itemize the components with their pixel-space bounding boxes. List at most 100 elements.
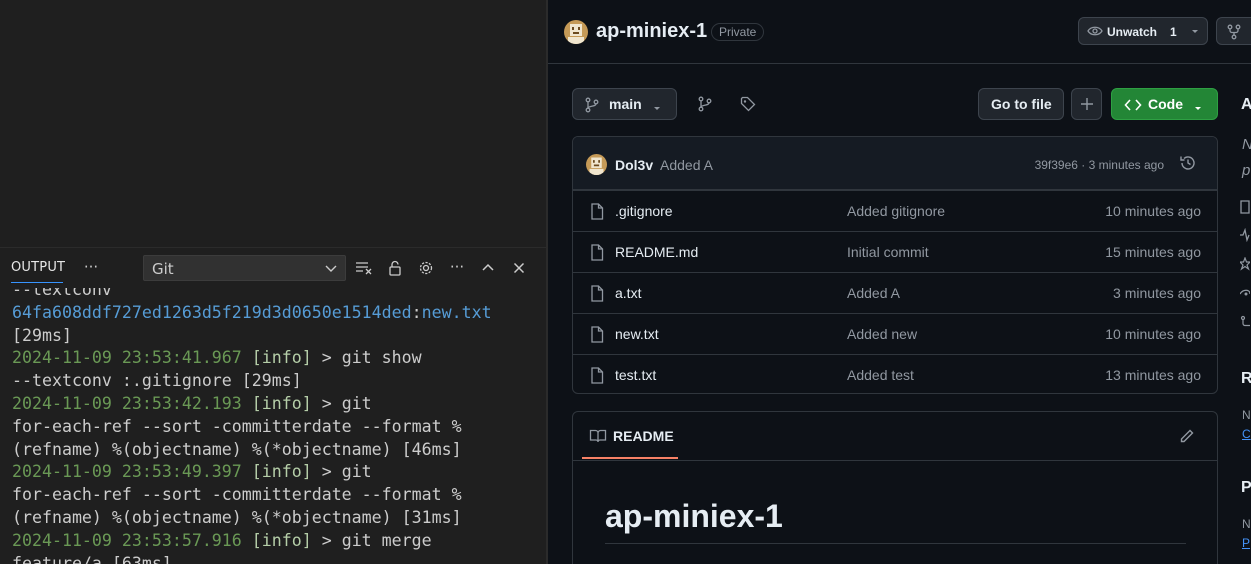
- output-lines: --textconv 64fa608ddf727ed1263d5f219d3d06…: [12, 288, 492, 564]
- fork-button[interactable]: [1216, 17, 1251, 45]
- log-text: feature/a [63ms]: [12, 553, 172, 564]
- log-text: > git: [311, 462, 372, 482]
- branch-icon: [585, 97, 599, 116]
- commit-message[interactable]: Added A: [660, 157, 713, 173]
- file-name[interactable]: README.md: [615, 244, 698, 260]
- pencil-icon[interactable]: [1179, 428, 1195, 449]
- branch-select-button[interactable]: main: [572, 88, 677, 120]
- packages-heading: P: [1241, 479, 1251, 496]
- add-file-button[interactable]: [1071, 88, 1102, 120]
- output-channel-label: Git: [152, 260, 174, 278]
- file-icon: [590, 203, 604, 225]
- unwatch-label: Unwatch: [1107, 25, 1158, 39]
- file-commit-message[interactable]: Added A: [847, 285, 900, 301]
- output-line: 2024-11-09 23:53:41.967 [info] > git sho…: [12, 347, 492, 370]
- log-link[interactable]: new.txt: [422, 303, 492, 322]
- log-text: --textconv :.gitignore [29ms]: [12, 371, 302, 391]
- book-icon: [1240, 200, 1250, 219]
- output-line: feature/a [63ms]: [12, 553, 492, 564]
- plus-icon: [1079, 96, 1095, 115]
- branches-icon[interactable]: [698, 96, 712, 117]
- output-line: 2024-11-09 23:53:42.193 [info] > git: [12, 393, 492, 416]
- file-row[interactable]: test.txt Added test 13 minutes ago: [573, 354, 1217, 393]
- output-channel-select[interactable]: Git: [143, 255, 346, 281]
- gear-icon[interactable]: [416, 258, 436, 278]
- log-link[interactable]: 64fa608ddf727ed1263d5f219d3d0650e1514ded: [12, 303, 412, 322]
- file-commit-message[interactable]: Initial commit: [847, 244, 929, 260]
- readme-tab-label: README: [613, 428, 674, 444]
- file-commit-message[interactable]: Added new: [847, 326, 917, 342]
- code-icon: [1124, 97, 1142, 116]
- log-text: > git show: [311, 348, 422, 368]
- history-icon[interactable]: [1179, 154, 1197, 177]
- file-icon: [590, 285, 604, 307]
- output-line: for-each-ref --sort -committerdate --for…: [12, 484, 492, 507]
- clear-output-icon[interactable]: [354, 258, 374, 278]
- output-line: (refname) %(objectname) %(*objectname) […: [12, 507, 492, 530]
- log-text: :: [411, 302, 422, 322]
- log-level: [info]: [251, 530, 312, 550]
- lock-scroll-icon[interactable]: [385, 258, 405, 278]
- readme-panel: README ap-miniex-1: [572, 411, 1218, 564]
- log-timestamp: 2024-11-09 23:53:42.193: [12, 393, 242, 413]
- star-icon: [1238, 256, 1251, 276]
- repo-name[interactable]: ap-miniex-1: [596, 20, 707, 43]
- output-line: 2024-11-09 23:53:49.397 [info] > git: [12, 461, 492, 484]
- log-level: [info]: [251, 462, 312, 482]
- file-row[interactable]: a.txt Added A 3 minutes ago: [573, 272, 1217, 313]
- readme-tab[interactable]: README: [582, 412, 678, 459]
- file-name[interactable]: test.txt: [615, 367, 656, 383]
- file-commit-message[interactable]: Added gitignore: [847, 203, 945, 219]
- views-more-icon[interactable]: ···: [81, 257, 101, 277]
- file-commit-message[interactable]: Added test: [847, 367, 914, 383]
- tag-icon[interactable]: [740, 96, 756, 117]
- commit-author[interactable]: Dol3v: [615, 157, 653, 173]
- activity-icon: [1240, 227, 1250, 247]
- go-to-file-button[interactable]: Go to file: [978, 88, 1064, 120]
- code-button[interactable]: Code: [1111, 88, 1218, 120]
- owner-avatar[interactable]: [564, 20, 588, 44]
- github-repo-page: ap-miniex-1 Private Unwatch 1 main Go to…: [548, 0, 1251, 564]
- log-timestamp: 2024-11-09 23:53:49.397: [12, 462, 242, 482]
- log-text: for-each-ref --sort -committerdate --for…: [12, 416, 462, 436]
- more-actions-icon[interactable]: ···: [447, 257, 467, 277]
- file-commit-age: 3 minutes ago: [1113, 285, 1201, 301]
- eye-icon: [1087, 24, 1103, 41]
- output-log[interactable]: --textconv 64fa608ddf727ed1263d5f219d3d06…: [0, 288, 546, 564]
- repo-header: ap-miniex-1 Private Unwatch 1: [548, 0, 1251, 64]
- caret-down-icon: [652, 100, 662, 116]
- file-row[interactable]: README.md Initial commit 15 minutes ago: [573, 231, 1217, 272]
- watchers-count: 1: [1170, 25, 1177, 39]
- log-timestamp: 2024-11-09 23:53:41.967: [12, 348, 242, 368]
- about-description-line1: N: [1242, 136, 1251, 153]
- unwatch-button[interactable]: Unwatch 1: [1078, 17, 1208, 45]
- file-name[interactable]: .gitignore: [615, 203, 673, 219]
- log-text: --textconv: [12, 288, 112, 299]
- file-name[interactable]: a.txt: [615, 285, 641, 301]
- branch-name: main: [609, 96, 642, 112]
- eye-icon: [1239, 287, 1251, 306]
- close-panel-icon[interactable]: [509, 258, 529, 278]
- file-row[interactable]: .gitignore Added gitignore 10 minutes ago: [573, 190, 1217, 231]
- commit-author-avatar[interactable]: [586, 154, 607, 175]
- about-description-line2: p: [1242, 162, 1251, 179]
- commit-meta[interactable]: 39f39e6 · 3 minutes ago: [1035, 158, 1164, 172]
- publish-package-link[interactable]: P: [1242, 536, 1250, 550]
- vscode-window: OUTPUT ··· Git ··· --textconv 64fa608ddf7…: [0, 0, 546, 564]
- create-release-link[interactable]: C: [1242, 427, 1251, 441]
- file-name[interactable]: new.txt: [615, 326, 659, 342]
- maximize-panel-icon[interactable]: [478, 258, 498, 278]
- readme-heading: ap-miniex-1: [605, 498, 783, 534]
- file-commit-age: 15 minutes ago: [1105, 244, 1201, 260]
- file-commit-age: 10 minutes ago: [1105, 326, 1201, 342]
- output-line: for-each-ref --sort -committerdate --for…: [12, 416, 492, 439]
- log-level: [info]: [251, 348, 312, 368]
- go-to-file-label: Go to file: [991, 96, 1052, 112]
- releases-subtext: N: [1242, 408, 1251, 422]
- file-row[interactable]: new.txt Added new 10 minutes ago: [573, 313, 1217, 354]
- output-tab[interactable]: OUTPUT: [11, 260, 65, 275]
- log-text: > git merge: [311, 530, 432, 550]
